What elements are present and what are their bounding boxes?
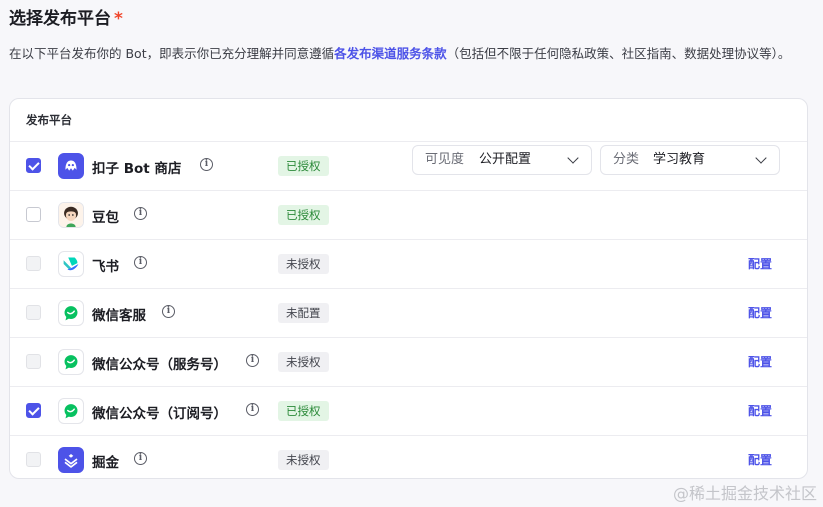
config-link[interactable]: 配置 [748,304,772,321]
platform-checkbox-feishu[interactable] [26,256,41,271]
status-badge: 未授权 [278,254,329,274]
config-link[interactable]: 配置 [748,402,772,419]
platform-checkbox-doubao[interactable] [26,207,41,222]
platform-row-wechat-subscription: 微信公众号（订阅号） i 已授权 配置 [10,387,807,436]
platform-row-feishu: 飞书 i 未授权 配置 [10,240,807,289]
platform-checkbox-wechat-subscription[interactable] [26,403,41,418]
status-badge: 未授权 [278,352,329,372]
platform-name: 扣子 Bot 商店 [92,161,182,177]
page-title: 选择发布平台 * [9,4,123,29]
config-link[interactable]: 配置 [748,255,772,272]
info-icon[interactable]: i [200,158,213,171]
status-badge: 已授权 [278,401,329,421]
feishu-icon [58,251,84,277]
juejin-icon [58,447,84,473]
platform-row-wechat-service: 微信公众号（服务号） i 未授权 配置 [10,338,807,387]
page-title-text: 选择发布平台 [9,9,111,29]
status-badge: 已授权 [278,205,329,225]
platform-name: 飞书 [92,259,119,275]
coze-bot-store-icon [58,153,84,179]
chevron-down-icon [567,152,579,164]
terms-prefix: 在以下平台发布你的 Bot，即表示你已充分理解并同意遵循 [9,46,335,61]
platform-name: 微信客服 [92,308,146,324]
info-icon[interactable]: i [134,452,147,465]
platform-checkbox-juejin[interactable] [26,452,41,467]
config-link[interactable]: 配置 [748,353,772,370]
platform-row-coze-store: 扣子 Bot 商店 i 已授权 可见度 公开配置 分类 学习教育 [10,142,807,191]
platform-checkbox-coze-store[interactable] [26,158,41,173]
visibility-select[interactable]: 可见度 公开配置 [412,145,592,175]
platform-name: 微信公众号（订阅号） [92,406,227,422]
platform-row-juejin: 掘金 i 未授权 配置 [10,436,807,478]
info-icon[interactable]: i [162,305,175,318]
wechat-icon [58,300,84,326]
platform-checkbox-wechat-service[interactable] [26,354,41,369]
chevron-down-icon [755,152,767,164]
info-icon[interactable]: i [246,354,259,367]
config-link[interactable]: 配置 [748,451,772,468]
platform-row-doubao: 豆包 i 已授权 [10,191,807,240]
watermark: @稀土掘金技术社区 [672,484,817,503]
category-select[interactable]: 分类 学习教育 [600,145,780,175]
terms-link[interactable]: 各发布渠道服务条款 [334,46,447,61]
status-badge: 未配置 [278,303,329,323]
info-icon[interactable]: i [134,256,147,269]
terms-description: 在以下平台发布你的 Bot，即表示你已充分理解并同意遵循各发布渠道服务条款（包括… [9,42,814,65]
visibility-value: 公开配置 [479,152,532,167]
category-value: 学习教育 [653,152,706,167]
platform-name: 豆包 [92,210,119,226]
platform-checkbox-wechat-kf[interactable] [26,305,41,320]
platform-row-wechat-kf: 微信客服 i 未配置 配置 [10,289,807,338]
platform-name: 微信公众号（服务号） [92,357,227,373]
status-badge: 已授权 [278,156,329,176]
info-icon[interactable]: i [246,403,259,416]
info-icon[interactable]: i [134,207,147,220]
platform-name: 掘金 [92,455,119,471]
terms-suffix: （包括但不限于任何隐私政策、社区指南、数据处理协议等）。 [446,46,791,61]
doubao-avatar-icon [58,202,84,228]
category-label: 分类 [613,152,640,167]
platform-table: 发布平台 扣子 Bot 商店 i 已授权 可见度 公开配置 分类 学习教育 豆包… [9,98,808,479]
status-badge: 未授权 [278,450,329,470]
platform-table-header: 发布平台 [10,99,807,142]
wechat-icon [58,398,84,424]
wechat-icon [58,349,84,375]
visibility-label: 可见度 [425,152,465,167]
required-mark: * [114,9,123,29]
